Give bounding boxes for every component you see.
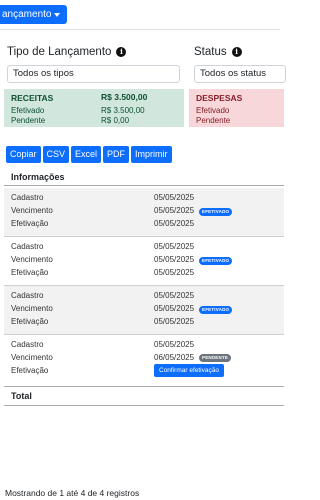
print-button[interactable]: Imprimir (131, 146, 172, 163)
copy-button[interactable]: Copiar (6, 146, 41, 163)
vencimento-label: Vencimento (11, 304, 53, 313)
caret-down-icon (54, 12, 61, 17)
lancamento-menu-label: ançamento (2, 9, 52, 20)
efetivacao-label: Efetivação (11, 268, 49, 277)
receitas-pendente-label: Pendente (11, 116, 46, 125)
cadastro-label: Cadastro (11, 242, 44, 251)
vencimento-value: 05/05/2025 (154, 255, 195, 264)
cadastro-label: Cadastro (11, 291, 44, 300)
status-badge: EFETIVADO (199, 208, 233, 216)
efetivacao-value: 05/05/2025 (154, 219, 195, 228)
info-icon[interactable]: i (116, 47, 127, 57)
header-divider (0, 29, 280, 30)
receitas-efetivado-value: R$ 3.500,00 (101, 106, 145, 115)
vencimento-value: 05/05/2025 (154, 206, 195, 215)
cadastro-value: 05/05/2025 (154, 242, 195, 251)
despesas-pendente-label: Pendente (196, 116, 231, 125)
pagination-info: Mostrando de 1 até 4 de 4 registros (5, 488, 140, 498)
receitas-efetivado-label: Efetivado (11, 106, 45, 115)
tipo-filter-label-text: Tipo de Lançamento (7, 46, 112, 58)
vencimento-value: 05/05/2025 (154, 304, 195, 313)
status-badge: EFETIVADO (199, 306, 233, 314)
table-row: Cadastro 05/05/2025 Vencimento 05/05/202… (4, 237, 284, 285)
vencimento-label: Vencimento (11, 206, 53, 215)
receitas-card: RECEITAS R$ 3.500,00 Efetivado R$ 3.500,… (4, 89, 184, 127)
cadastro-value: 05/05/2025 (154, 193, 195, 202)
tipo-select[interactable]: Todos os tipos (7, 65, 180, 83)
receitas-total: R$ 3.500,00 (101, 92, 148, 102)
cadastro-value: 05/05/2025 (154, 340, 195, 349)
despesas-card: DESPESAS Efetivado Pendente (189, 89, 284, 127)
receitas-pendente-value: R$ 0,00 (101, 116, 130, 125)
table-row: Cadastro 05/05/2025 Vencimento 05/05/202… (4, 286, 284, 334)
pdf-button[interactable]: PDF (103, 146, 130, 163)
table-row: Cadastro 05/05/2025 Vencimento 06/05/202… (4, 335, 284, 383)
efetivacao-value: 05/05/2025 (154, 317, 195, 326)
csv-button[interactable]: CSV (42, 146, 70, 163)
table-row: Cadastro 05/05/2025 Vencimento 05/05/202… (4, 188, 284, 236)
vencimento-label: Vencimento (11, 255, 53, 264)
status-filter-label: Status i (194, 46, 242, 58)
cadastro-value: 05/05/2025 (154, 291, 195, 300)
despesas-title: DESPESAS (196, 93, 243, 103)
export-buttons: Copiar CSV Excel PDF Imprimir (6, 146, 172, 163)
efetivacao-value: 05/05/2025 (154, 268, 195, 277)
lancamento-menu-button[interactable]: ançamento (0, 5, 68, 24)
top-navbar: ançamento (0, 0, 280, 28)
status-select[interactable]: Todos os status (194, 65, 286, 83)
vencimento-value: 06/05/2025 (154, 353, 195, 362)
despesas-efetivado-label: Efetivado (196, 106, 230, 115)
receitas-title: RECEITAS (11, 93, 54, 103)
vencimento-label: Vencimento (11, 353, 53, 362)
table-total-row: Total (4, 386, 284, 406)
efetivacao-label: Efetivação (11, 317, 49, 326)
efetivacao-label: Efetivação (11, 219, 49, 228)
status-badge: PENDENTE (199, 354, 232, 362)
status-badge: EFETIVADO (199, 257, 233, 265)
excel-button[interactable]: Excel (71, 146, 102, 163)
status-filter-label-text: Status (194, 46, 227, 58)
tipo-filter-label: Tipo de Lançamento i (7, 46, 127, 58)
cadastro-label: Cadastro (11, 193, 44, 202)
confirm-efetivacao-button[interactable]: Confirmar efetivação (154, 364, 224, 377)
efetivacao-label: Efetivação (11, 366, 49, 375)
table-header-informacoes: Informações (4, 168, 284, 186)
info-icon[interactable]: i (231, 47, 242, 57)
cadastro-label: Cadastro (11, 340, 44, 349)
